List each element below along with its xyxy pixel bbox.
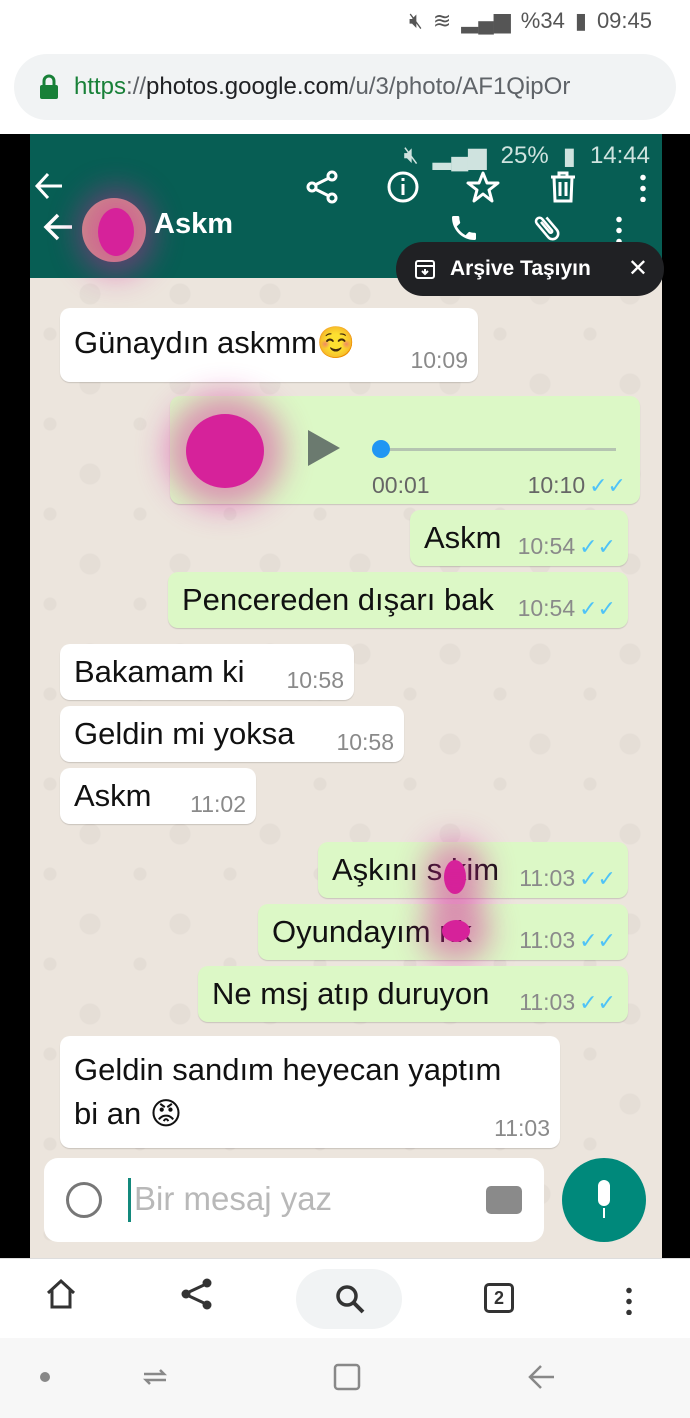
- message-bubble[interactable]: Günaydın askmm☺️ 10:09: [60, 308, 478, 382]
- message-time: 11:03: [494, 1115, 550, 1141]
- message-bubble[interactable]: Aşkını s kim 11:03 ✓✓: [318, 842, 628, 898]
- nav-dot-icon[interactable]: [40, 1372, 50, 1382]
- device-status-bar: 🔇︎ ≋ ▂▄▆ %34 ▮ 09:45: [0, 0, 690, 44]
- browser-toolbar: https://photos.google.com/u/3/photo/AF1Q…: [0, 44, 690, 134]
- battery-icon: ▮: [574, 8, 587, 33]
- mic-button[interactable]: [562, 1158, 646, 1242]
- archive-label: Arşive Taşıyın: [450, 257, 591, 280]
- home-button-icon[interactable]: [332, 1362, 362, 1392]
- photo-viewer: 🔇︎ ▂▄▆ 25% ▮ 14:44 Askm Günaydın askmm☺️…: [0, 134, 690, 1258]
- wa-signal-icon: ▂▄▆: [432, 143, 487, 170]
- message-text: Bakamam ki: [74, 654, 245, 689]
- read-ticks-icon: ✓✓: [579, 990, 616, 1015]
- message-time: 10:54: [517, 533, 576, 559]
- address-bar[interactable]: https://photos.google.com/u/3/photo/AF1Q…: [14, 54, 676, 120]
- signal-icon: ▂▄▆: [461, 8, 511, 33]
- redaction-blot: [444, 860, 466, 894]
- battery-percent: %34: [520, 8, 565, 33]
- share-page-icon[interactable]: [180, 1277, 214, 1311]
- back-button-icon[interactable]: [526, 1362, 556, 1392]
- message-time: 11:03: [519, 927, 576, 953]
- message-time: 11:02: [190, 791, 246, 817]
- message-bubble[interactable]: Geldin mi yoksa 10:58: [60, 706, 404, 762]
- wa-clock: 14:44: [589, 142, 650, 169]
- home-icon[interactable]: [44, 1277, 78, 1311]
- message-text: Geldin sandım heyecan yaptım: [74, 1052, 502, 1087]
- info-icon[interactable]: [386, 170, 420, 204]
- url-host: photos.google.com: [146, 73, 349, 100]
- share-icon[interactable]: [306, 170, 340, 204]
- lock-icon: [40, 74, 58, 99]
- message-time: 10:54: [517, 595, 576, 621]
- wifi-icon: ≋: [432, 8, 452, 33]
- audio-progress-knob[interactable]: [372, 440, 390, 458]
- message-time: 11:03: [519, 989, 576, 1015]
- message-text: Askm: [424, 520, 502, 555]
- mic-stand: [603, 1208, 605, 1218]
- url-path: /u/3/photo/AF1QipOr: [348, 73, 571, 100]
- tab-switcher-button[interactable]: 2: [484, 1283, 514, 1313]
- message-time: 10:58: [286, 667, 344, 693]
- search-button[interactable]: [296, 1269, 402, 1329]
- android-nav-bar: [0, 1338, 690, 1418]
- audio-progress-track[interactable]: [380, 448, 616, 451]
- wa-mute-icon: 🔇︎: [403, 142, 419, 169]
- archive-icon: [415, 260, 435, 279]
- message-bubble[interactable]: Bakamam ki 10:58: [60, 644, 354, 700]
- read-ticks-icon: ✓✓: [579, 928, 616, 953]
- recents-icon[interactable]: [140, 1362, 170, 1392]
- url-scheme: https: [74, 73, 127, 100]
- message-bubble[interactable]: Pencereden dışarı bak 10:54 ✓✓: [168, 572, 628, 628]
- viewer-back-icon[interactable]: [34, 172, 64, 200]
- clock: 09:45: [596, 8, 652, 33]
- message-text: Pencereden dışarı bak: [182, 582, 494, 617]
- message-time: 10:10: [527, 472, 586, 498]
- read-ticks-icon: ✓✓: [579, 866, 616, 891]
- redaction-blot: [442, 920, 470, 942]
- browser-menu-icon[interactable]: [626, 1285, 632, 1315]
- message-composer[interactable]: Bir mesaj yaz: [44, 1158, 544, 1242]
- mic-icon: [598, 1180, 610, 1206]
- wa-battery-icon: ▮: [562, 143, 576, 170]
- read-ticks-icon: ✓✓: [579, 596, 616, 621]
- message-time: 10:58: [336, 729, 394, 755]
- message-text: Günaydın askmm☺️: [74, 325, 356, 360]
- photos-viewer-toolbar: [0, 170, 690, 220]
- message-input[interactable]: Bir mesaj yaz: [134, 1180, 332, 1218]
- message-bubble[interactable]: Askm 10:54 ✓✓: [410, 510, 628, 566]
- search-icon: [336, 1285, 365, 1314]
- message-bubble[interactable]: Geldin sandım heyecan yaptım bi an 😡 11:…: [60, 1036, 560, 1148]
- more-vert-icon[interactable]: [640, 172, 646, 202]
- browser-bottom-toolbar: 2: [0, 1258, 690, 1338]
- text-caret: [128, 1178, 131, 1222]
- message-bubble[interactable]: Askm 11:02: [60, 768, 256, 824]
- camera-icon[interactable]: [486, 1186, 522, 1214]
- message-text: Aşkını s kim: [332, 852, 500, 887]
- message-text: Ne msj atıp duruyon: [212, 976, 490, 1011]
- star-icon[interactable]: [466, 170, 500, 204]
- close-icon[interactable]: ✕: [628, 254, 648, 283]
- whatsapp-screenshot: 🔇︎ ▂▄▆ 25% ▮ 14:44 Askm Günaydın askmm☺️…: [30, 134, 662, 1258]
- emoji-icon[interactable]: [66, 1182, 102, 1218]
- mute-icon: 🔇︎: [409, 8, 423, 33]
- message-text: Askm: [74, 778, 152, 813]
- message-time: 11:03: [519, 865, 576, 891]
- redaction-blot: [186, 414, 264, 488]
- message-time: 10:09: [410, 347, 468, 373]
- trash-icon[interactable]: [548, 170, 578, 204]
- wa-battery-percent: 25%: [500, 142, 549, 169]
- message-bubble[interactable]: Ne msj atıp duruyon 11:03 ✓✓: [198, 966, 628, 1022]
- read-ticks-icon: ✓✓: [579, 534, 616, 559]
- voice-message[interactable]: 00:01 10:10 ✓✓: [170, 396, 640, 504]
- archive-tooltip[interactable]: Arşive Taşıyın ✕: [396, 242, 664, 296]
- message-text-line2: bi an 😡: [74, 1096, 183, 1131]
- message-text: Geldin mi yoksa: [74, 716, 295, 751]
- audio-duration: 00:01: [372, 472, 430, 498]
- read-ticks-icon: ✓✓: [589, 473, 626, 498]
- url-separator: ://: [126, 73, 147, 100]
- play-icon[interactable]: [308, 430, 340, 466]
